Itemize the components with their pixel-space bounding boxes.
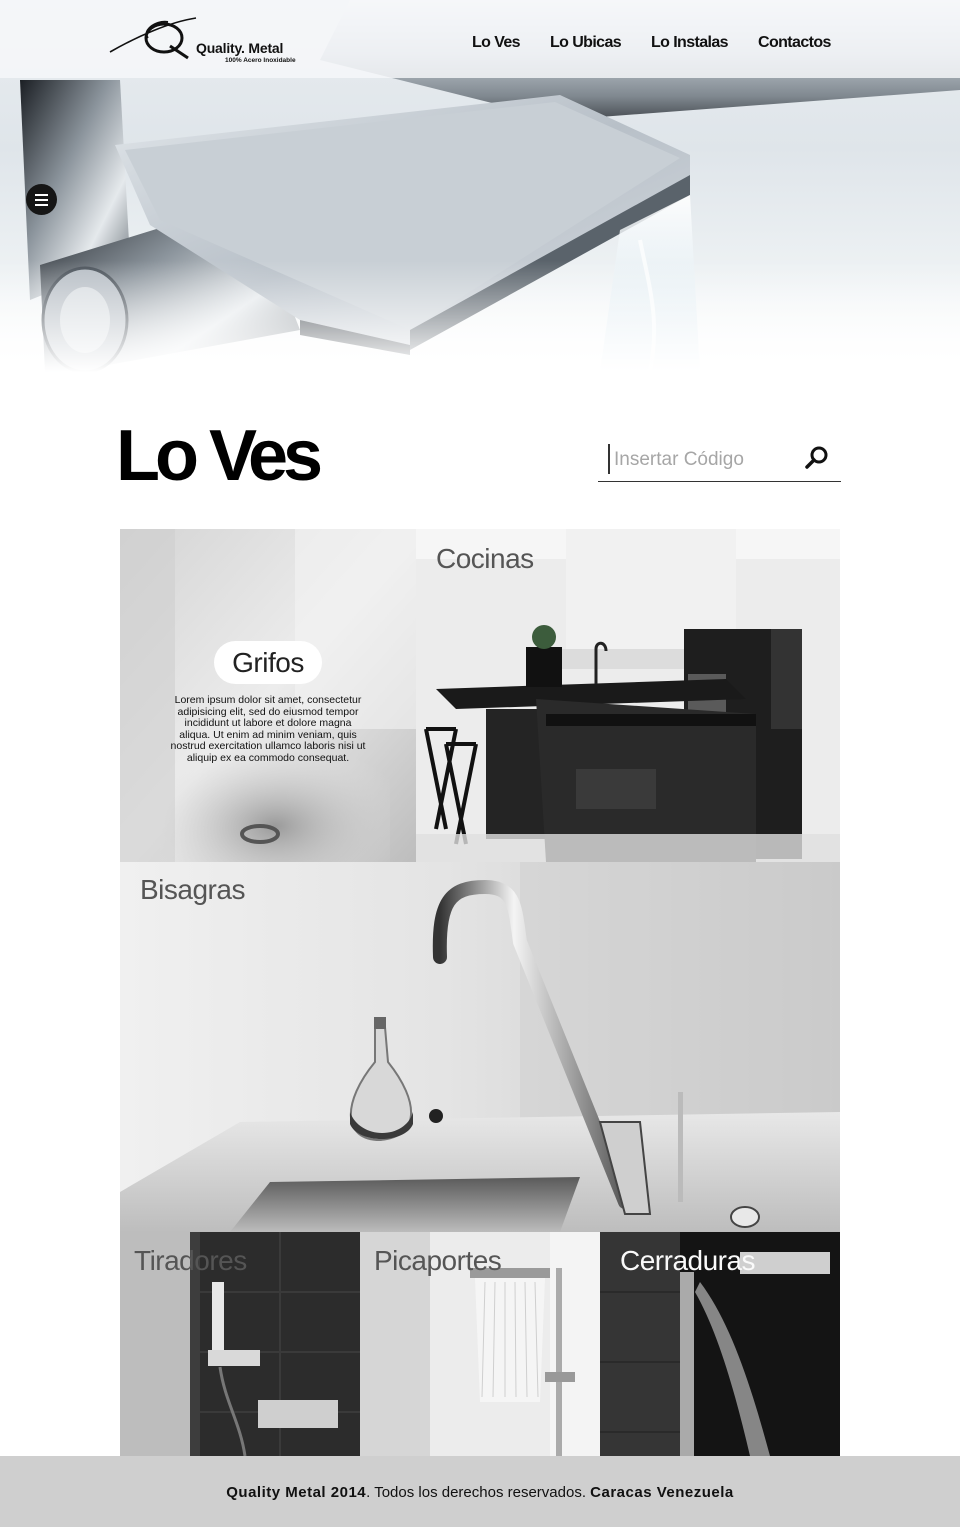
footer-copyright: Quality Metal 2014. Todos los derechos r…: [0, 1484, 960, 1501]
top-navigation-bar: Quality. Metal 100% Acero Inoxidable Lo …: [0, 0, 960, 78]
search-icon[interactable]: [800, 442, 832, 474]
cerraduras-label: Cerraduras: [620, 1245, 756, 1276]
code-search-input[interactable]: [614, 446, 794, 474]
category-tile-tiradores[interactable]: Tiradores: [120, 1232, 360, 1456]
grifos-label-pill: Grifos: [214, 641, 322, 684]
grifos-label: Grifos: [232, 647, 304, 678]
bisagras-label: Bisagras: [140, 874, 245, 905]
cocinas-kitchen-image: [416, 529, 840, 862]
page-title: Lo Ves: [116, 416, 323, 496]
footer-brand: Quality Metal 2014: [226, 1484, 367, 1501]
page-footer: Quality Metal 2014. Todos los derechos r…: [0, 1456, 960, 1527]
logo-tagline: 100% Acero Inoxidable: [225, 57, 296, 64]
category-tile-grifos[interactable]: Grifos Lorem ipsum dolor sit amet, conse…: [120, 529, 416, 862]
category-tile-cerraduras[interactable]: Cerraduras: [600, 1232, 840, 1456]
category-tile-bisagras[interactable]: Bisagras: [120, 862, 840, 1232]
footer-location: Caracas Venezuela: [590, 1484, 734, 1501]
tiradores-label: Tiradores: [134, 1245, 247, 1276]
footer-rights: . Todos los derechos reservados.: [366, 1484, 591, 1501]
code-search-box: [598, 440, 841, 482]
bisagras-faucet-image: [120, 862, 840, 1232]
main-navigation: Lo Ves Lo Ubicas Lo Instalas Contactos: [0, 34, 960, 54]
nav-link-lo-ubicas[interactable]: Lo Ubicas: [550, 34, 622, 52]
cocinas-label: Cocinas: [436, 543, 534, 574]
nav-link-lo-instalas[interactable]: Lo Instalas: [651, 34, 729, 52]
nav-link-lo-ves[interactable]: Lo Ves: [472, 34, 521, 52]
hero-banner: Quality. Metal 100% Acero Inoxidable Lo …: [0, 0, 960, 372]
grifos-description: Lorem ipsum dolor sit amet, consectetur …: [170, 694, 366, 764]
hamburger-menu-icon[interactable]: [26, 184, 57, 215]
picaportes-label: Picaportes: [374, 1245, 502, 1276]
search-divider: [608, 444, 610, 474]
nav-link-contactos[interactable]: Contactos: [758, 34, 831, 52]
category-tile-picaportes[interactable]: Picaportes: [360, 1232, 600, 1456]
category-tile-cocinas[interactable]: Cocinas: [416, 529, 840, 862]
